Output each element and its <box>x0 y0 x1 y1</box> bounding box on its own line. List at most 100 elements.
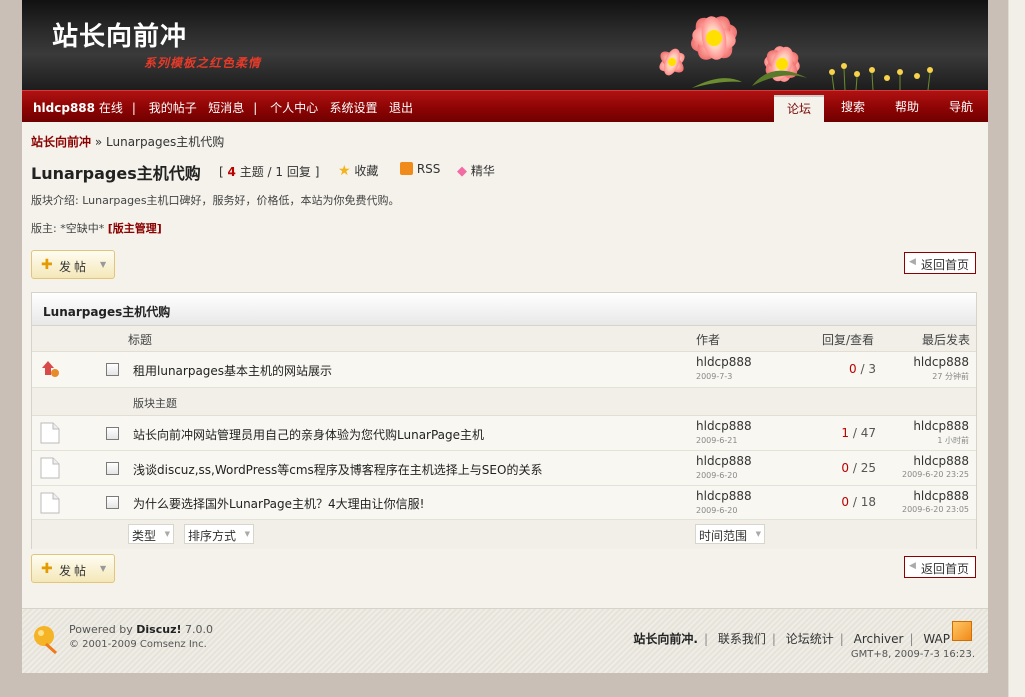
section-topics-label: 版块主题 <box>133 397 177 410</box>
rss-action[interactable]: RSS <box>400 162 440 176</box>
lightbulb-logo-icon <box>34 626 58 655</box>
site-logo-subtitle: 系列模板之红色柔情 <box>144 56 262 70</box>
new-post-button[interactable]: ✚ 发帖 ▼ <box>31 250 115 279</box>
topic-checkbox[interactable] <box>106 462 119 475</box>
nav-separator: | <box>131 101 136 115</box>
chevron-down-icon: ▼ <box>164 530 170 538</box>
view-count: 25 <box>860 461 876 475</box>
topic-author[interactable]: hldcp888 <box>696 489 752 503</box>
forum-description: 版块介绍: Lunarpages主机口碑好，服务好，价格低，本站为你免费代购。 <box>31 194 400 207</box>
topic-author[interactable]: hldcp888 <box>696 355 752 369</box>
digest-action[interactable]: ◆ 精华 <box>457 162 495 179</box>
tab-forum[interactable]: 论坛 <box>774 95 824 123</box>
topic-title-link[interactable]: 租用lunarpages基本主机的网站展示 <box>133 362 332 379</box>
rss-icon <box>400 162 413 175</box>
footer-separator: | <box>703 632 709 646</box>
table-row[interactable]: 站长向前冲网站管理员用自己的亲身体验为您代购LunarPage主机 hldcp8… <box>32 416 976 451</box>
topic-author[interactable]: hldcp888 <box>696 419 752 433</box>
last-post-time[interactable]: 2009-6-20 23:05 <box>902 505 969 514</box>
nav-user-center[interactable]: 个人中心 <box>270 101 318 115</box>
tab-search[interactable]: 搜索 <box>828 95 878 123</box>
col-last-post: 最后发表 <box>922 333 971 347</box>
last-post-author[interactable]: hldcp888 <box>913 489 969 503</box>
filter-bar: 类型 ▼ 排序方式 ▼ 时间范围 ▼ <box>32 520 976 549</box>
powered-by: Powered by Discuz! 7.0.0 <box>69 623 213 636</box>
table-row[interactable]: 为什么要选择国外LunarPage主机？4大理由让你信服! hldcp888 2… <box>32 486 976 520</box>
topic-checkbox[interactable] <box>106 427 119 440</box>
arrow-left-icon: ◀ <box>909 561 916 571</box>
tab-navigation[interactable]: 导航 <box>936 95 986 123</box>
nav-my-posts[interactable]: 我的帖子 <box>149 101 197 115</box>
nav-logout[interactable]: 退出 <box>389 101 413 115</box>
topics-label: 主题 <box>239 165 264 179</box>
topic-title-link[interactable]: 站长向前冲网站管理员用自己的亲身体验为您代购LunarPage主机 <box>133 426 484 443</box>
discuz-link[interactable]: Discuz! <box>136 623 181 636</box>
topic-checkbox[interactable] <box>106 363 119 376</box>
section-topics-header: 版块主题 <box>32 388 976 416</box>
table-row[interactable]: 浅谈discuz,ss,WordPress等cms程序及博客程序在主机选择上与S… <box>32 451 976 486</box>
copyright: © 2001-2009 Comsenz Inc. <box>69 639 207 650</box>
tab-help[interactable]: 帮助 <box>882 95 932 123</box>
type-select[interactable]: 类型 ▼ <box>128 524 174 544</box>
breadcrumb-separator: » <box>94 135 103 149</box>
time-range-select[interactable]: 时间范围 ▼ <box>695 524 765 544</box>
username-link[interactable]: hldcp888 <box>33 101 95 115</box>
footer-separator: | <box>771 632 776 646</box>
plus-icon: ✚ <box>41 561 53 577</box>
last-post-time[interactable]: 2009-6-20 23:25 <box>902 470 969 479</box>
view-count: 18 <box>860 495 876 509</box>
footer-site-name[interactable]: 站长向前冲. <box>633 632 698 646</box>
topic-table: Lunarpages主机代购 标题 作者 回复/查看 最后发表 租用lunarp… <box>31 292 977 549</box>
footer-contact-link[interactable]: 联系我们 <box>718 632 766 646</box>
table-row-sticky[interactable]: 租用lunarpages基本主机的网站展示 hldcp888 2009-7-3 … <box>32 352 976 388</box>
topic-title-link[interactable]: 浅谈discuz,ss,WordPress等cms程序及博客程序在主机选择上与S… <box>133 461 542 478</box>
forum-title: Lunarpages主机代购 <box>31 164 201 183</box>
topic-author[interactable]: hldcp888 <box>696 454 752 468</box>
reply-count: 1 <box>841 426 850 440</box>
last-post-time[interactable]: 27 分钟前 <box>932 371 969 382</box>
replies-count: 1 <box>275 165 284 179</box>
document-icon <box>40 422 60 444</box>
back-home-button[interactable]: ◀ 返回首页 <box>904 252 976 274</box>
rss-feed-icon[interactable] <box>952 621 972 641</box>
nav-settings[interactable]: 系统设置 <box>330 101 378 115</box>
version: 7.0.0 <box>185 623 213 636</box>
type-select-label: 类型 <box>132 529 157 543</box>
new-post-label: 发帖 <box>59 564 90 578</box>
back-home-button-bottom[interactable]: ◀ 返回首页 <box>904 556 976 578</box>
rss-label: RSS <box>416 162 441 176</box>
last-post-time[interactable]: 1 小时前 <box>937 435 969 446</box>
breadcrumb-home[interactable]: 站长向前冲 <box>31 135 91 149</box>
chevron-down-icon: ▼ <box>100 564 107 573</box>
footer-links: 站长向前冲. | 联系我们 | 论坛统计 | Archiver | WAP <box>633 630 950 647</box>
nav-messages[interactable]: 短消息 <box>208 101 244 115</box>
time-range-label: 时间范围 <box>699 529 748 543</box>
replies-label: 回复 <box>286 165 311 179</box>
site-logo-title[interactable]: 站长向前冲 <box>52 16 187 53</box>
topic-title-link[interactable]: 为什么要选择国外LunarPage主机？4大理由让你信服! <box>133 495 424 512</box>
footer-separator: | <box>909 632 914 646</box>
footer-wap-link[interactable]: WAP <box>923 632 950 646</box>
footer-stats-link[interactable]: 论坛统计 <box>786 632 834 646</box>
main-content: 站长向前冲 » Lunarpages主机代购 Lunarpages主机代购 [ … <box>22 122 988 608</box>
document-icon <box>40 492 60 514</box>
topic-checkbox[interactable] <box>106 496 119 509</box>
powered-prefix: Powered by <box>69 623 133 636</box>
footer-archiver-link[interactable]: Archiver <box>854 632 904 646</box>
footer-time: GMT+8, 2009-7-3 16:23. <box>850 649 975 660</box>
stats-bracket-close: ] <box>314 165 320 179</box>
last-post-author[interactable]: hldcp888 <box>913 355 969 369</box>
moderator-manage-link[interactable]: [版主管理] <box>108 222 162 235</box>
forum-stats: [ 4 主题 / 1 回复 ] <box>219 163 319 180</box>
reply-count: 0 <box>849 362 857 376</box>
vertical-scrollbar[interactable] <box>1008 0 1025 697</box>
favorite-action[interactable]: ★ 收藏 <box>338 162 378 179</box>
last-post-author[interactable]: hldcp888 <box>913 419 969 433</box>
sort-select[interactable]: 排序方式 ▼ <box>184 524 254 544</box>
page-bottom-background <box>22 673 988 697</box>
last-post-author[interactable]: hldcp888 <box>913 454 969 468</box>
favorite-label: 收藏 <box>354 164 379 178</box>
diamond-icon: ◆ <box>457 164 467 179</box>
new-post-button-bottom[interactable]: ✚ 发帖 ▼ <box>31 554 115 583</box>
col-replies-views: 回复/查看 <box>822 333 875 347</box>
